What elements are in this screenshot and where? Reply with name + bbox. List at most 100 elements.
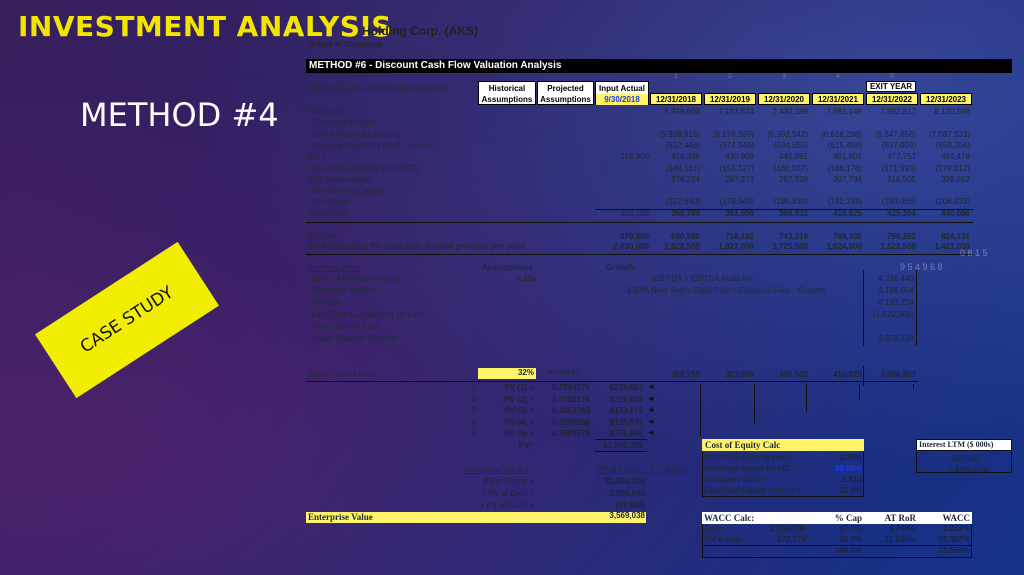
projection-cell: 8,130,508 [934, 107, 970, 116]
ebitda-cell: 743,319 [779, 232, 808, 241]
projection-cell: (199,066) [881, 197, 916, 207]
projection-cell: (6,176,369) [713, 129, 754, 139]
terminal-value: 4,218,440 [878, 274, 914, 283]
case-study-label: CASE STUDY [76, 282, 178, 358]
period-header: 12/31/2021 [812, 93, 864, 105]
terminal-row-label: Average [312, 298, 342, 307]
equity-cf-vrule [863, 366, 864, 386]
ev-formula: PV of Equity + PV of Debt [597, 465, 689, 474]
projection-cell: (160,557) [773, 163, 808, 173]
terminal-value-label: Terminal Value [308, 263, 361, 272]
row-label: Less Working Capital [308, 186, 384, 196]
equity-cf-cell: 3,096,927 [880, 370, 916, 379]
equity-cf-label: Equity Cash Flows [308, 370, 375, 379]
historical-assumptions-label: Assumptions [481, 95, 533, 104]
dcf-row-title: Discount Cash Flow Valuation Analysis [308, 84, 446, 93]
projection-cell: 329,652 [941, 174, 970, 184]
debt-cell: 1,522,500 [880, 242, 916, 251]
case-study-tag: CASE STUDY [35, 241, 219, 399]
equity-cf-cell: 383,509 [725, 370, 754, 379]
wacc-row-label: MV Equity [704, 535, 743, 544]
terminal-row-label: Equity Value at Terminal [312, 334, 398, 343]
pv-value: $135,937 [609, 417, 643, 427]
equity-cf-cell: 396,932 [779, 370, 808, 379]
section-rule [306, 222, 973, 223]
connector-line [913, 384, 914, 389]
connector-line [754, 384, 755, 424]
projection-cell: (5,938,816) [659, 129, 700, 139]
ev-row-value: 2,030,000 [609, 489, 645, 498]
projection-cell: 425,204 [887, 208, 916, 218]
projection-cell: 368,759 [671, 208, 700, 218]
row-label: Revenue Growth [316, 118, 377, 128]
projection-cell: (192,334) [827, 197, 862, 207]
section-title-band: METHOD #6 - Discount Cash Flow Valuation… [306, 59, 1012, 73]
terminal-note: Next Year's Cash Flow / (Discount Rate -… [651, 286, 827, 295]
ev-row-label: PV of Equity + [483, 477, 534, 486]
ev-row-value: $1,586,338 [604, 477, 645, 486]
historical-assumptions-header: Historical Assumptions [478, 81, 536, 105]
pv-period: 2 [471, 394, 476, 404]
coe-row-value: 2.91x [841, 475, 862, 484]
wacc-value: 10.357% [938, 535, 970, 544]
terminal-row-label: Perpetuity Method [312, 286, 377, 295]
section-rule [306, 254, 973, 255]
historical-label: Historical [488, 84, 526, 93]
projection-cell: 383,509 [725, 208, 754, 218]
wacc-total-cap: 100.0% [834, 546, 862, 555]
debt-cell: 1,928,500 [664, 242, 700, 251]
projection-cell: 7,183,624 [718, 107, 754, 116]
terminal-row-label: Less Debt Outstanding (at Exit) [312, 310, 424, 319]
wacc-amount: 2,030,000 [770, 524, 806, 533]
projected-label: Projected [547, 84, 584, 93]
terminal-row-label: Plus Cash (at Exit) [312, 322, 379, 331]
debt-cell: 1,624,000 [826, 242, 862, 251]
period-number: 1 [674, 73, 678, 80]
coe-row-label: Company Beta = [704, 475, 767, 484]
interest-title: Interest LTM ($ 000s) [916, 439, 1012, 451]
terminal-note: (EBITDA x EBITDA Multiple) [651, 274, 752, 283]
pv-value: $173,171 [609, 406, 643, 415]
pv-factor: 0.2509570 [552, 429, 590, 438]
row-label: EBIT [308, 152, 326, 162]
debt-input: 2,030,000 [613, 242, 649, 251]
pv-value: $279,681 [609, 383, 643, 392]
pv-label: PV (5) = [504, 429, 534, 438]
row-label: Revenues [308, 107, 345, 116]
total-rule [595, 208, 973, 210]
row-label: Plus Depreciation [308, 174, 371, 184]
pv-period: 1 [471, 383, 476, 392]
input-actual-label: Input Actual [599, 84, 645, 93]
coe-row-label: Expected Equity Return = [704, 486, 802, 495]
pv-total-label: PV= [518, 441, 534, 450]
enterprise-value-total: 3,569,038 [609, 511, 645, 520]
pv-period: 4 [471, 417, 476, 427]
projection-cell: 7,430,188 [772, 107, 808, 116]
method-heading: METHOD #4 [80, 96, 279, 134]
projection-cell: (574,546) [719, 140, 754, 150]
company-subtitle: Dollars in Thousands [308, 40, 384, 49]
ebitda-cell: 796,262 [887, 232, 916, 241]
wacc-col-header: WACC [942, 513, 970, 523]
pv-value: $220,605 [609, 394, 643, 404]
exit-year-header: EXIT YEAR [866, 81, 916, 92]
pv-factor: 0.7584276 [552, 383, 590, 392]
discount-rate: 32% [478, 368, 536, 379]
pv-for-dollar-label: PV (for $1) [548, 370, 582, 377]
projection-cell: 494,478 [941, 152, 970, 162]
debt-cell: 1,725,500 [772, 242, 808, 251]
wacc-col-header: % Cap [834, 513, 862, 523]
projection-cell: (166,176) [827, 163, 862, 173]
company-name: Holding Corp. (AKS) [362, 24, 478, 38]
period-header: 12/31/2018 [650, 93, 702, 105]
projection-cell: 7,661,149 [826, 107, 862, 116]
terminal-value: 4,193,224 [878, 298, 914, 307]
projection-cell: 445,991 [779, 152, 808, 162]
arrow-icon: ◄ [647, 405, 655, 414]
projection-cell: 318,505 [887, 174, 916, 184]
input-actual-cell: 216,900 [620, 152, 649, 162]
ebitda-label: EBITDA [308, 232, 337, 241]
coe-row-value: 2.75% [839, 453, 862, 462]
projection-cell: (594,655) [773, 140, 808, 150]
ebitda-cell: 824,131 [941, 232, 970, 241]
